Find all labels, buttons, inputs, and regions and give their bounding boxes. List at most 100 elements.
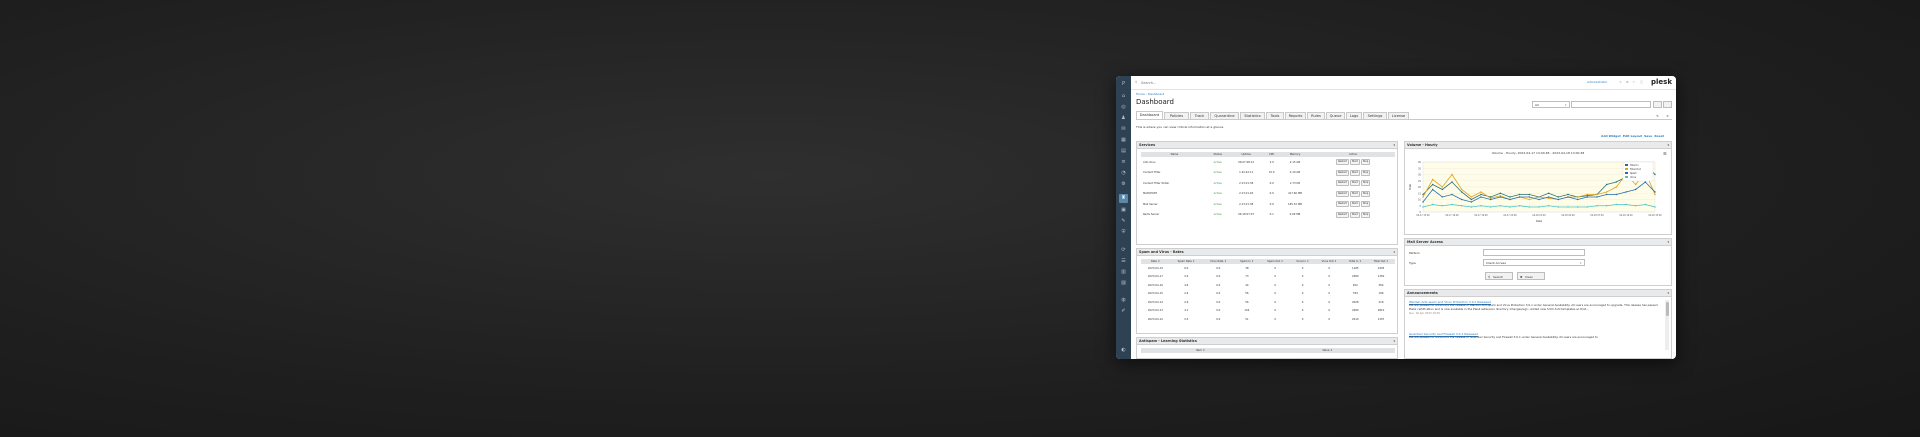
- trash-icon: ✖: [1520, 274, 1523, 279]
- stop-button[interactable]: Stop: [1360, 211, 1371, 218]
- legend-label[interactable]: Total Out: [1630, 168, 1641, 171]
- search-button[interactable]: ⚲ Search: [1485, 272, 1513, 280]
- announcements-scrollbar[interactable]: [1665, 300, 1669, 350]
- stop-button[interactable]: Stop: [1360, 201, 1371, 208]
- x-axis-label: Date: [1536, 219, 1543, 223]
- table-cell: 6.0: [1184, 266, 1189, 270]
- legend-label[interactable]: Total In: [1630, 164, 1639, 167]
- services-header[interactable]: Services ▾: [1137, 142, 1397, 149]
- add-widget-link[interactable]: Add Widget: [1601, 134, 1621, 138]
- users-icon[interactable]: ♟: [1119, 114, 1128, 123]
- home-icon[interactable]: ⌂: [1119, 92, 1128, 101]
- type-select[interactable]: Client Access ▾: [1483, 259, 1585, 266]
- stop-button[interactable]: Stop: [1360, 159, 1371, 166]
- start-button[interactable]: Start: [1349, 201, 1360, 208]
- table-cell: 0: [1274, 283, 1276, 287]
- pattern-input[interactable]: [1483, 249, 1585, 256]
- databases-icon[interactable]: ≡: [1119, 158, 1128, 167]
- edit-layout-link[interactable]: Edit Layout: [1623, 134, 1642, 138]
- start-button[interactable]: Start: [1349, 190, 1360, 197]
- announcements-header[interactable]: Announcements ▾: [1405, 290, 1671, 297]
- tab-tools[interactable]: Tools: [1266, 112, 1284, 119]
- table-cell: 0: [1328, 283, 1330, 287]
- antispam-header[interactable]: Antispam - Learning Statistics ▾: [1137, 338, 1397, 345]
- help-icon[interactable]: ?: [1633, 80, 1635, 84]
- profile-icon[interactable]: ◍: [1119, 296, 1128, 305]
- start-button[interactable]: Start: [1349, 159, 1360, 166]
- websites-icon[interactable]: ◎: [1119, 103, 1128, 112]
- edit-icon[interactable]: ✐: [1119, 307, 1128, 316]
- logs-icon[interactable]: ▥: [1119, 268, 1128, 277]
- tab-license[interactable]: License: [1388, 112, 1409, 119]
- tab-rules[interactable]: Rules: [1307, 112, 1325, 119]
- breadcrumb-home[interactable]: Home: [1136, 92, 1145, 96]
- files-icon[interactable]: ▤: [1119, 147, 1128, 156]
- announcement-body: We are pleased to announce the release o…: [1409, 303, 1658, 311]
- scrollbar-thumb[interactable]: [1665, 302, 1669, 316]
- tab-settings[interactable]: Settings: [1363, 112, 1387, 119]
- search-input[interactable]: [1139, 78, 1263, 88]
- service-memory: 417.60 MB: [1288, 192, 1302, 196]
- filter-input[interactable]: [1571, 101, 1651, 108]
- filter-select[interactable]: All ▾: [1532, 101, 1570, 108]
- tab-statistics[interactable]: Statistics: [1240, 112, 1265, 119]
- filter-clear-button[interactable]: ✕: [1663, 101, 1672, 118]
- restart-button[interactable]: Restart: [1335, 201, 1349, 208]
- tab-track[interactable]: Track: [1190, 112, 1209, 119]
- info-icon[interactable]: ⓘ: [1640, 80, 1643, 84]
- reset-layout-link[interactable]: Reset: [1654, 134, 1664, 138]
- stop-button[interactable]: Stop: [1360, 169, 1371, 176]
- plesk-logo-icon[interactable]: P: [1119, 80, 1128, 89]
- clear-button[interactable]: ✖ Clear: [1517, 272, 1545, 280]
- stop-button[interactable]: Stop: [1360, 190, 1371, 197]
- mail-icon[interactable]: ✉: [1119, 125, 1128, 134]
- data-point: [1547, 192, 1550, 194]
- server-icon[interactable]: ▣: [1119, 206, 1128, 215]
- restart-button[interactable]: Restart: [1335, 169, 1349, 176]
- tab-queue[interactable]: Queue: [1326, 112, 1345, 119]
- rates-header[interactable]: Spam and Virus - Rates ▾: [1137, 249, 1397, 256]
- start-button[interactable]: Start: [1349, 169, 1360, 176]
- tab-logs[interactable]: Logs: [1346, 112, 1362, 119]
- data-point: [1576, 196, 1579, 198]
- legend-label[interactable]: Virus: [1630, 176, 1637, 179]
- stats-icon[interactable]: ▨: [1119, 279, 1128, 288]
- settings-icon[interactable]: ⚙: [1626, 80, 1629, 84]
- tools-icon[interactable]: ✎: [1119, 217, 1128, 226]
- table-cell: 186: [1378, 292, 1384, 296]
- stop-button[interactable]: Stop: [1360, 180, 1371, 187]
- warden-extension-icon[interactable]: ♜: [1119, 194, 1128, 203]
- start-button[interactable]: Start: [1349, 180, 1360, 187]
- legend-label[interactable]: Spam: [1630, 172, 1638, 175]
- breadcrumb-dashboard[interactable]: Dashboard: [1148, 92, 1164, 96]
- restart-button[interactable]: Restart: [1335, 159, 1349, 166]
- applications-icon[interactable]: ▦: [1119, 136, 1128, 145]
- mail-access-header[interactable]: Mail Server Access ▾: [1405, 239, 1671, 246]
- column-header[interactable]: Item ⇕: [1141, 348, 1260, 353]
- collapse-icon[interactable]: ◐: [1119, 346, 1128, 355]
- restart-button[interactable]: Restart: [1335, 190, 1349, 197]
- dns-icon[interactable]: ☰: [1119, 257, 1128, 266]
- tab-reports[interactable]: Reports: [1285, 112, 1306, 119]
- restart-button[interactable]: Restart: [1335, 180, 1349, 187]
- chart-menu-icon[interactable]: ☰: [1663, 151, 1667, 156]
- security-icon[interactable]: ⛨: [1119, 228, 1128, 237]
- notifications-icon[interactable]: ☼: [1619, 80, 1622, 84]
- user-menu[interactable]: Administrator: [1587, 80, 1607, 84]
- x-tick-label: 04-18 07:00: [1590, 214, 1604, 217]
- start-button[interactable]: Start: [1349, 211, 1360, 218]
- data-point: [1518, 193, 1521, 196]
- monitoring-icon[interactable]: ◔: [1119, 169, 1128, 178]
- table-cell: 0.0: [1216, 309, 1221, 313]
- filter-edit-button[interactable]: ✎: [1653, 101, 1662, 118]
- save-layout-link[interactable]: Save: [1644, 134, 1652, 138]
- backup-icon[interactable]: ⟳: [1119, 246, 1128, 255]
- restart-button[interactable]: Restart: [1335, 211, 1349, 218]
- tab-quarantine[interactable]: Quarantine: [1210, 112, 1239, 119]
- column-header[interactable]: Value ⇕: [1259, 348, 1395, 353]
- tab-policies[interactable]: Policies: [1164, 112, 1189, 119]
- tab-dashboard[interactable]: Dashboard: [1136, 111, 1163, 119]
- extensions-icon[interactable]: ⚙: [1119, 180, 1128, 189]
- table-cell: 0.0: [1216, 317, 1221, 321]
- data-point: [1567, 206, 1569, 208]
